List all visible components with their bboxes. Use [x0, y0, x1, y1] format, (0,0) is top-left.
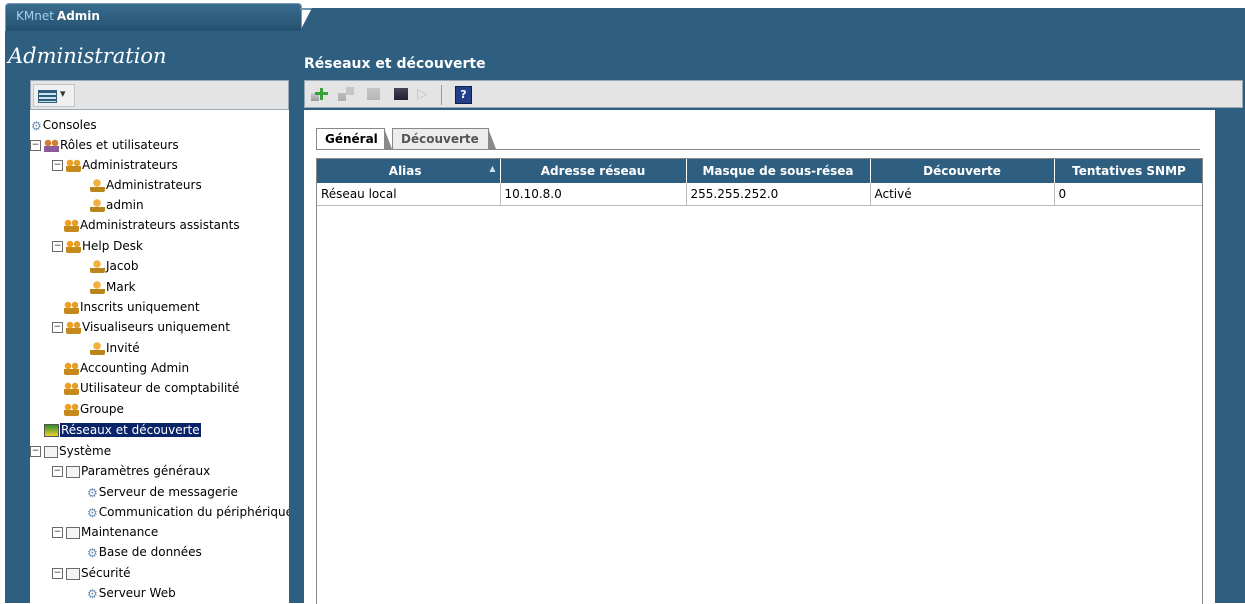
app-header: KMnet Admin	[5, 3, 302, 32]
column-header-alias[interactable]: ▲ Alias	[317, 159, 501, 183]
app-logo: KMnet Admin	[16, 9, 100, 23]
edit-network-icon[interactable]	[365, 85, 383, 103]
network-grid: ▲ Alias Adresse réseau Masque de sous-rés…	[316, 158, 1203, 604]
tree-item-help-desk[interactable]: − Help Desk	[52, 237, 143, 255]
column-header-adresse[interactable]: Adresse réseau	[500, 159, 687, 183]
table-cell: Réseau local	[317, 183, 501, 206]
user-icon	[90, 281, 105, 294]
tree-item-roles[interactable]: − Rôles et utilisateurs	[30, 136, 179, 154]
group-icon	[64, 403, 79, 416]
main-toolbar: ▷ ?	[304, 80, 1243, 108]
tree-item-groupe[interactable]: Groupe	[64, 400, 124, 418]
tree-item-administrateurs-group[interactable]: − Administrateurs	[52, 156, 178, 174]
tree-item-administrateurs-user[interactable]: Administrateurs	[90, 176, 202, 194]
section-title: Réseaux et découverte	[304, 56, 486, 72]
collapse-icon[interactable]: −	[30, 140, 41, 151]
gear-icon: ⚙	[87, 586, 98, 601]
tab-decouverte[interactable]: Découverte	[392, 128, 496, 149]
tree-item-visualiseurs-uniquement[interactable]: − Visualiseurs uniquement	[52, 318, 230, 336]
group-icon	[64, 219, 79, 232]
folder-icon	[66, 526, 80, 539]
group-icon	[66, 240, 81, 253]
logo-prefix: KMnet	[16, 9, 54, 23]
gear-icon: ⚙	[87, 505, 98, 520]
left-header: Administration	[8, 44, 288, 74]
tree-item-inscrits-uniquement[interactable]: Inscrits uniquement	[64, 298, 200, 316]
roles-icon	[44, 139, 59, 152]
logo-suffix: Admin	[56, 9, 100, 23]
help-icon[interactable]: ?	[455, 86, 472, 104]
collapse-icon[interactable]: −	[52, 466, 63, 477]
toolbar-separator	[441, 85, 442, 105]
group-icon	[64, 382, 79, 395]
network-table: ▲ Alias Adresse réseau Masque de sous-rés…	[317, 159, 1202, 206]
tree-item-base-de-donnees[interactable]: ⚙Base de données	[87, 543, 202, 561]
tree-item-serveur-messagerie[interactable]: ⚙Serveur de messagerie	[87, 483, 238, 501]
user-icon	[90, 179, 105, 192]
user-icon	[90, 260, 105, 273]
tree-item-consoles[interactable]: ⚙Consoles	[31, 116, 97, 134]
gear-icon: ⚙	[31, 118, 42, 133]
tab-general[interactable]: Général	[316, 128, 392, 149]
tree-item-communication-peripherique[interactable]: ⚙Communication du périphérique	[87, 503, 289, 521]
collapse-icon[interactable]: −	[52, 241, 63, 252]
tree-item-invite[interactable]: Invité	[90, 339, 140, 357]
discover-icon[interactable]	[393, 85, 411, 103]
frame-edge	[1215, 110, 1245, 603]
folder-icon	[44, 445, 58, 458]
group-icon	[66, 159, 81, 172]
delete-network-icon[interactable]	[338, 85, 356, 103]
view-list-icon	[38, 90, 57, 103]
collapse-icon[interactable]: −	[52, 322, 63, 333]
chevron-down-icon: ▾	[60, 87, 66, 100]
user-icon	[90, 342, 105, 355]
tree-item-accounting-admin[interactable]: Accounting Admin	[64, 359, 189, 377]
group-icon	[66, 321, 81, 334]
table-row[interactable]: Réseau local 10.10.8.0 255.255.252.0 Act…	[317, 183, 1202, 206]
tab-divider	[316, 149, 1200, 150]
column-header-masque[interactable]: Masque de sous-résea	[686, 159, 871, 183]
group-icon	[64, 362, 79, 375]
network-icon	[44, 424, 59, 437]
header-band	[300, 8, 1245, 31]
column-header-decouverte[interactable]: Découverte	[870, 159, 1055, 183]
page-title: Administration	[8, 44, 167, 68]
tree-item-utilisateur-comptabilite[interactable]: Utilisateur de comptabilité	[64, 379, 239, 397]
collapse-icon[interactable]: −	[52, 527, 63, 538]
column-header-tentatives-snmp[interactable]: Tentatives SNMP	[1054, 159, 1202, 183]
tree-item-jacob[interactable]: Jacob	[90, 257, 138, 275]
tree-item-reseaux-decouverte[interactable]: Réseaux et découverte	[44, 421, 201, 439]
run-arrow-icon[interactable]: ▷	[417, 85, 435, 103]
top-bar: KMnet Admin	[0, 0, 1245, 32]
folder-icon	[66, 567, 80, 580]
group-icon	[64, 301, 79, 314]
add-network-icon[interactable]	[311, 85, 329, 103]
table-cell: 255.255.252.0	[686, 183, 871, 206]
tree-item-administrateurs-assistants[interactable]: Administrateurs assistants	[64, 216, 240, 234]
folder-icon	[66, 465, 80, 478]
gear-icon: ⚙	[87, 545, 98, 560]
tree-item-maintenance[interactable]: − Maintenance	[52, 523, 158, 541]
table-cell: 0	[1054, 183, 1202, 206]
tree-item-admin[interactable]: admin	[90, 196, 144, 214]
collapse-icon[interactable]: −	[52, 160, 63, 171]
gear-icon: ⚙	[87, 485, 98, 500]
table-cell: 10.10.8.0	[500, 183, 687, 206]
table-cell: Activé	[870, 183, 1055, 206]
collapse-icon[interactable]: −	[30, 446, 41, 457]
tree-item-securite[interactable]: − Sécurité	[52, 564, 131, 582]
sort-ascending-icon: ▲	[489, 164, 496, 173]
table-header-row: ▲ Alias Adresse réseau Masque de sous-rés…	[317, 159, 1202, 183]
tree-item-parametres-generaux[interactable]: − Paramètres généraux	[52, 462, 210, 480]
user-icon	[90, 199, 105, 212]
tree-item-mark[interactable]: Mark	[90, 278, 136, 296]
left-toolbar: ▾	[30, 80, 289, 110]
tree-item-systeme[interactable]: − Système	[30, 442, 111, 460]
tree-item-serveur-web[interactable]: ⚙Serveur Web	[87, 584, 176, 602]
collapse-icon[interactable]: −	[52, 568, 63, 579]
navigation-tree: ⚙Consoles − Rôles et utilisateurs − Admini…	[30, 110, 289, 603]
view-menu-button[interactable]: ▾	[33, 84, 75, 107]
